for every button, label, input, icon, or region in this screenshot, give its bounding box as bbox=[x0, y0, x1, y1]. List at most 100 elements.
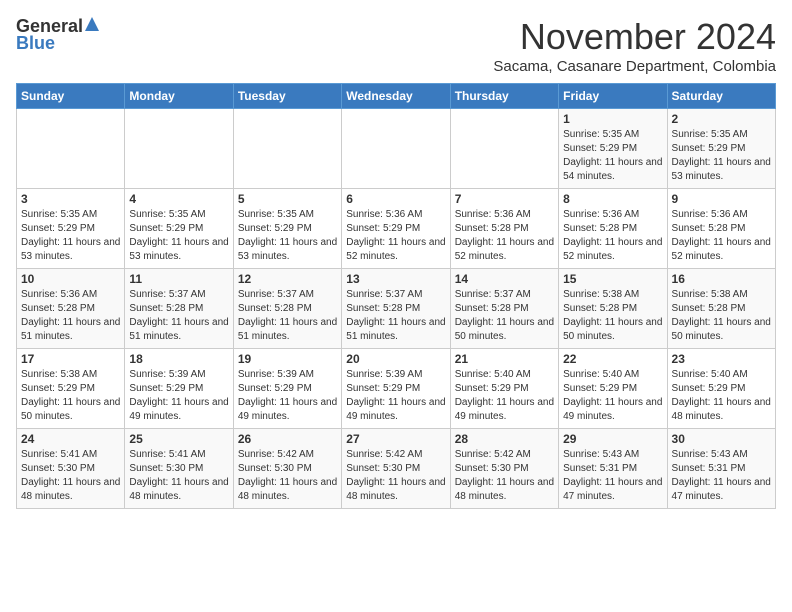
day-info: Sunrise: 5:40 AM Sunset: 5:29 PM Dayligh… bbox=[563, 369, 662, 422]
calendar-cell: 23 Sunrise: 5:40 AM Sunset: 5:29 PM Dayli… bbox=[667, 349, 775, 429]
calendar-cell: 28Sunrise: 5:42 AM Sunset: 5:30 PM Dayli… bbox=[450, 429, 558, 509]
day-info: Sunrise: 5:42 AM Sunset: 5:30 PM Dayligh… bbox=[346, 449, 445, 502]
col-header-thursday: Thursday bbox=[450, 84, 558, 109]
day-number: 21 bbox=[455, 352, 554, 366]
day-number: 3 bbox=[21, 192, 120, 206]
day-number: 23 bbox=[672, 352, 771, 366]
calendar-cell bbox=[233, 109, 341, 189]
logo-blue-text: Blue bbox=[16, 33, 55, 54]
day-info: Sunrise: 5:39 AM Sunset: 5:29 PM Dayligh… bbox=[238, 369, 337, 422]
day-number: 26 bbox=[238, 432, 337, 446]
calendar-cell: 29 Sunrise: 5:43 AM Sunset: 5:31 PM Dayli… bbox=[559, 429, 667, 509]
calendar-cell: 14Sunrise: 5:37 AM Sunset: 5:28 PM Dayli… bbox=[450, 269, 558, 349]
day-number: 15 bbox=[563, 272, 662, 286]
calendar-cell: 16 Sunrise: 5:38 AM Sunset: 5:28 PM Dayli… bbox=[667, 269, 775, 349]
day-info: Sunrise: 5:36 AM Sunset: 5:29 PM Dayligh… bbox=[346, 209, 445, 262]
day-info: Sunrise: 5:37 AM Sunset: 5:28 PM Dayligh… bbox=[238, 289, 337, 342]
week-row-3: 10 Sunrise: 5:36 AM Sunset: 5:28 PM Dayli… bbox=[17, 269, 776, 349]
col-header-tuesday: Tuesday bbox=[233, 84, 341, 109]
day-number: 14 bbox=[455, 272, 554, 286]
calendar-cell: 7 Sunrise: 5:36 AM Sunset: 5:28 PM Daylig… bbox=[450, 189, 558, 269]
day-info: Sunrise: 5:36 AM Sunset: 5:28 PM Dayligh… bbox=[455, 209, 554, 262]
calendar-cell: 27 Sunrise: 5:42 AM Sunset: 5:30 PM Dayli… bbox=[342, 429, 450, 509]
calendar-cell: 5 Sunrise: 5:35 AM Sunset: 5:29 PM Daylig… bbox=[233, 189, 341, 269]
day-info: Sunrise: 5:35 AM Sunset: 5:29 PM Dayligh… bbox=[129, 209, 228, 262]
col-header-friday: Friday bbox=[559, 84, 667, 109]
day-number: 8 bbox=[563, 192, 662, 206]
day-number: 11 bbox=[129, 272, 228, 286]
week-row-4: 17 Sunrise: 5:38 AM Sunset: 5:29 PM Dayli… bbox=[17, 349, 776, 429]
calendar-cell: 1 Sunrise: 5:35 AM Sunset: 5:29 PM Daylig… bbox=[559, 109, 667, 189]
day-number: 13 bbox=[346, 272, 445, 286]
calendar-cell: 26Sunrise: 5:42 AM Sunset: 5:30 PM Dayli… bbox=[233, 429, 341, 509]
day-info: Sunrise: 5:35 AM Sunset: 5:29 PM Dayligh… bbox=[21, 209, 120, 262]
day-number: 9 bbox=[672, 192, 771, 206]
calendar-cell bbox=[17, 109, 125, 189]
day-number: 22 bbox=[563, 352, 662, 366]
header-row: SundayMondayTuesdayWednesdayThursdayFrid… bbox=[17, 84, 776, 109]
calendar-cell: 10 Sunrise: 5:36 AM Sunset: 5:28 PM Dayli… bbox=[17, 269, 125, 349]
day-info: Sunrise: 5:36 AM Sunset: 5:28 PM Dayligh… bbox=[563, 209, 662, 262]
day-info: Sunrise: 5:40 AM Sunset: 5:29 PM Dayligh… bbox=[672, 369, 771, 422]
calendar-table: SundayMondayTuesdayWednesdayThursdayFrid… bbox=[16, 83, 776, 509]
day-number: 27 bbox=[346, 432, 445, 446]
page-header: General Blue November 2024 Sacama, Casan… bbox=[16, 16, 776, 75]
calendar-cell: 2Sunrise: 5:35 AM Sunset: 5:29 PM Daylig… bbox=[667, 109, 775, 189]
location: Sacama, Casanare Department, Colombia bbox=[493, 58, 776, 75]
calendar-cell: 6 Sunrise: 5:36 AM Sunset: 5:29 PM Daylig… bbox=[342, 189, 450, 269]
week-row-5: 24 Sunrise: 5:41 AM Sunset: 5:30 PM Dayli… bbox=[17, 429, 776, 509]
day-info: Sunrise: 5:42 AM Sunset: 5:30 PM Dayligh… bbox=[455, 449, 554, 502]
calendar-cell: 18Sunrise: 5:39 AM Sunset: 5:29 PM Dayli… bbox=[125, 349, 233, 429]
week-row-1: 1 Sunrise: 5:35 AM Sunset: 5:29 PM Daylig… bbox=[17, 109, 776, 189]
day-info: Sunrise: 5:41 AM Sunset: 5:30 PM Dayligh… bbox=[21, 449, 120, 502]
day-info: Sunrise: 5:37 AM Sunset: 5:28 PM Dayligh… bbox=[129, 289, 228, 342]
day-info: Sunrise: 5:43 AM Sunset: 5:31 PM Dayligh… bbox=[672, 449, 771, 502]
day-number: 17 bbox=[21, 352, 120, 366]
day-number: 19 bbox=[238, 352, 337, 366]
calendar-cell: 8 Sunrise: 5:36 AM Sunset: 5:28 PM Daylig… bbox=[559, 189, 667, 269]
week-row-2: 3 Sunrise: 5:35 AM Sunset: 5:29 PM Daylig… bbox=[17, 189, 776, 269]
day-info: Sunrise: 5:43 AM Sunset: 5:31 PM Dayligh… bbox=[563, 449, 662, 502]
day-info: Sunrise: 5:36 AM Sunset: 5:28 PM Dayligh… bbox=[672, 209, 771, 262]
calendar-cell bbox=[450, 109, 558, 189]
calendar-cell bbox=[125, 109, 233, 189]
calendar-cell: 20Sunrise: 5:39 AM Sunset: 5:29 PM Dayli… bbox=[342, 349, 450, 429]
day-number: 10 bbox=[21, 272, 120, 286]
day-info: Sunrise: 5:41 AM Sunset: 5:30 PM Dayligh… bbox=[129, 449, 228, 502]
day-number: 5 bbox=[238, 192, 337, 206]
day-info: Sunrise: 5:38 AM Sunset: 5:28 PM Dayligh… bbox=[563, 289, 662, 342]
day-number: 29 bbox=[563, 432, 662, 446]
calendar-cell: 12 Sunrise: 5:37 AM Sunset: 5:28 PM Dayli… bbox=[233, 269, 341, 349]
col-header-monday: Monday bbox=[125, 84, 233, 109]
calendar-cell: 13 Sunrise: 5:37 AM Sunset: 5:28 PM Dayli… bbox=[342, 269, 450, 349]
calendar-cell: 9 Sunrise: 5:36 AM Sunset: 5:28 PM Daylig… bbox=[667, 189, 775, 269]
calendar-cell: 17 Sunrise: 5:38 AM Sunset: 5:29 PM Dayli… bbox=[17, 349, 125, 429]
day-number: 30 bbox=[672, 432, 771, 446]
day-info: Sunrise: 5:37 AM Sunset: 5:28 PM Dayligh… bbox=[346, 289, 445, 342]
day-number: 16 bbox=[672, 272, 771, 286]
day-info: Sunrise: 5:38 AM Sunset: 5:28 PM Dayligh… bbox=[672, 289, 771, 342]
calendar-cell: 11 Sunrise: 5:37 AM Sunset: 5:28 PM Dayli… bbox=[125, 269, 233, 349]
logo-icon bbox=[85, 17, 99, 36]
day-info: Sunrise: 5:38 AM Sunset: 5:29 PM Dayligh… bbox=[21, 369, 120, 422]
day-info: Sunrise: 5:36 AM Sunset: 5:28 PM Dayligh… bbox=[21, 289, 120, 342]
calendar-cell: 25Sunrise: 5:41 AM Sunset: 5:30 PM Dayli… bbox=[125, 429, 233, 509]
calendar-cell: 19 Sunrise: 5:39 AM Sunset: 5:29 PM Dayli… bbox=[233, 349, 341, 429]
day-number: 6 bbox=[346, 192, 445, 206]
day-info: Sunrise: 5:35 AM Sunset: 5:29 PM Dayligh… bbox=[563, 129, 662, 182]
day-number: 7 bbox=[455, 192, 554, 206]
day-number: 12 bbox=[238, 272, 337, 286]
month-year: November 2024 bbox=[493, 16, 776, 58]
calendar-cell: 4 Sunrise: 5:35 AM Sunset: 5:29 PM Daylig… bbox=[125, 189, 233, 269]
day-info: Sunrise: 5:39 AM Sunset: 5:29 PM Dayligh… bbox=[129, 369, 228, 422]
day-info: Sunrise: 5:35 AM Sunset: 5:29 PM Dayligh… bbox=[238, 209, 337, 262]
day-number: 24 bbox=[21, 432, 120, 446]
calendar-cell: 22 Sunrise: 5:40 AM Sunset: 5:29 PM Dayli… bbox=[559, 349, 667, 429]
day-number: 1 bbox=[563, 112, 662, 126]
calendar-cell bbox=[342, 109, 450, 189]
day-info: Sunrise: 5:39 AM Sunset: 5:29 PM Dayligh… bbox=[346, 369, 445, 422]
day-number: 4 bbox=[129, 192, 228, 206]
calendar-cell: 21 Sunrise: 5:40 AM Sunset: 5:29 PM Dayli… bbox=[450, 349, 558, 429]
day-info: Sunrise: 5:40 AM Sunset: 5:29 PM Dayligh… bbox=[455, 369, 554, 422]
day-number: 2 bbox=[672, 112, 771, 126]
